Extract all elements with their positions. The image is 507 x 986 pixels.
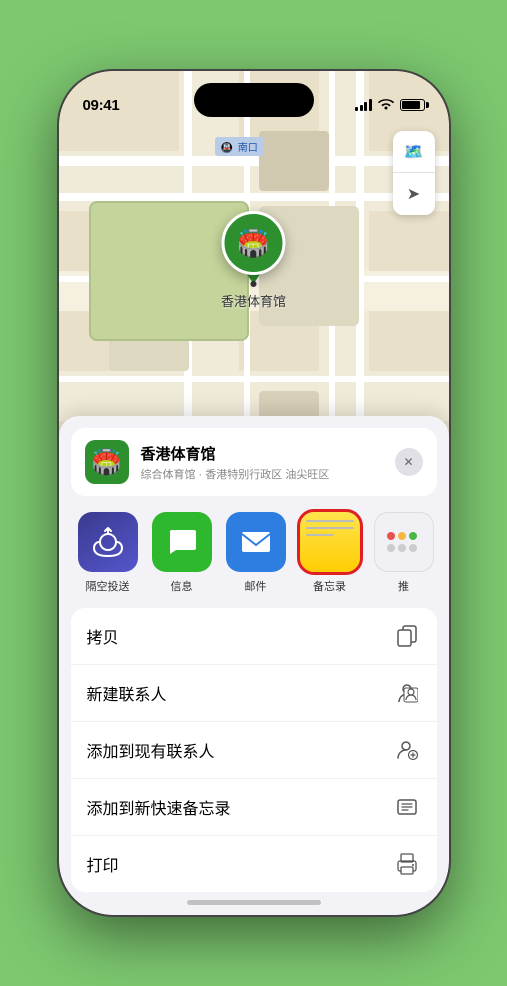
location-icon: 🏟️ bbox=[92, 448, 122, 477]
share-app-messages[interactable]: 信息 bbox=[145, 508, 219, 598]
print-icon bbox=[393, 850, 421, 878]
location-pin: 🏟️ 香港体育馆 bbox=[221, 211, 286, 310]
messages-label: 信息 bbox=[171, 578, 193, 594]
more-icon bbox=[374, 512, 434, 572]
share-app-notes[interactable]: 备忘录 bbox=[293, 508, 367, 598]
phone-frame: 🚇 南口 🗺️ ➤ 🏟️ 香港体育馆 09:41 bbox=[59, 71, 449, 915]
share-app-more[interactable]: 推 bbox=[367, 508, 441, 598]
share-sheet: 🏟️ 香港体育馆 综合体育馆 · 香港特别行政区 油尖旺区 ✕ bbox=[59, 416, 449, 915]
mail-label: 邮件 bbox=[245, 578, 267, 594]
action-add-existing[interactable]: 添加到现有联系人 bbox=[71, 722, 437, 779]
notes-icon bbox=[300, 512, 360, 572]
more-label: 推 bbox=[398, 578, 409, 594]
status-bar: 09:41 bbox=[59, 71, 449, 125]
share-app-airdrop[interactable]: 隔空投送 bbox=[71, 508, 145, 598]
new-contact-label: 新建联系人 bbox=[87, 681, 167, 705]
add-existing-label: 添加到现有联系人 bbox=[87, 738, 215, 762]
action-copy[interactable]: 拷贝 bbox=[71, 608, 437, 665]
share-app-mail[interactable]: 邮件 bbox=[219, 508, 293, 598]
quick-note-icon bbox=[393, 793, 421, 821]
action-quick-note[interactable]: 添加到新快速备忘录 bbox=[71, 779, 437, 836]
status-time: 09:41 bbox=[83, 97, 120, 114]
airdrop-icon bbox=[78, 512, 138, 572]
copy-label: 拷贝 bbox=[87, 624, 119, 648]
phone-screen: 🚇 南口 🗺️ ➤ 🏟️ 香港体育馆 09:41 bbox=[59, 71, 449, 915]
battery-icon bbox=[400, 99, 425, 111]
location-card-info: 香港体育馆 综合体育馆 · 香港特别行政区 油尖旺区 bbox=[141, 443, 383, 482]
person-add-icon bbox=[393, 736, 421, 764]
airdrop-svg bbox=[91, 525, 125, 559]
road-label: 🚇 南口 bbox=[215, 137, 264, 156]
status-icons bbox=[355, 99, 425, 111]
mail-icon bbox=[226, 512, 286, 572]
close-button[interactable]: ✕ bbox=[395, 448, 423, 476]
quick-note-label: 添加到新快速备忘录 bbox=[87, 795, 231, 819]
mail-svg bbox=[238, 524, 274, 560]
home-indicator bbox=[187, 900, 321, 905]
print-label: 打印 bbox=[87, 852, 119, 876]
messages-icon bbox=[152, 512, 212, 572]
app-share-row: 隔空投送 信息 bbox=[59, 504, 449, 608]
pin-dot bbox=[250, 281, 256, 287]
action-print[interactable]: 打印 bbox=[71, 836, 437, 892]
dynamic-island bbox=[194, 83, 314, 117]
close-icon: ✕ bbox=[403, 455, 413, 469]
road-label-prefix: 🚇 bbox=[221, 143, 233, 154]
location-card-icon: 🏟️ bbox=[85, 440, 129, 484]
action-list: 拷贝 新建联系人 bbox=[71, 608, 437, 892]
wifi-icon bbox=[378, 99, 394, 111]
location-button[interactable]: ➤ bbox=[393, 173, 435, 215]
location-card-subtitle: 综合体育馆 · 香港特别行政区 油尖旺区 bbox=[141, 466, 383, 482]
pin-circle: 🏟️ bbox=[221, 211, 285, 275]
person-icon bbox=[393, 679, 421, 707]
action-new-contact[interactable]: 新建联系人 bbox=[71, 665, 437, 722]
map-controls: 🗺️ ➤ bbox=[393, 131, 435, 215]
map-type-button[interactable]: 🗺️ bbox=[393, 131, 435, 173]
pin-label: 香港体育馆 bbox=[221, 291, 286, 310]
airdrop-label: 隔空投送 bbox=[86, 578, 130, 594]
notes-label: 备忘录 bbox=[313, 578, 346, 594]
location-card: 🏟️ 香港体育馆 综合体育馆 · 香港特别行政区 油尖旺区 ✕ bbox=[71, 428, 437, 496]
messages-svg bbox=[164, 524, 200, 560]
stadium-icon: 🏟️ bbox=[237, 230, 269, 256]
copy-icon bbox=[393, 622, 421, 650]
signal-bars bbox=[355, 99, 372, 111]
location-card-name: 香港体育馆 bbox=[141, 443, 383, 464]
road-label-text: 南口 bbox=[238, 143, 258, 154]
